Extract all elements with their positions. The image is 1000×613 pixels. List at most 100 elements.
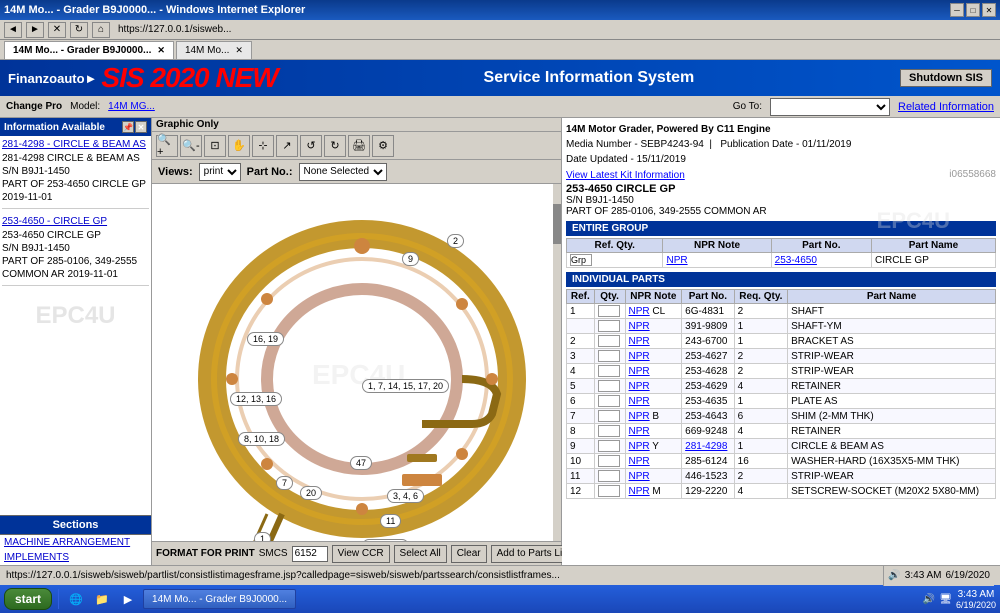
npr-link[interactable]: NPR: [629, 456, 650, 467]
refresh-button[interactable]: ↻: [70, 22, 88, 38]
smcs-input[interactable]: [292, 546, 328, 562]
maximize-button[interactable]: □: [966, 3, 980, 17]
model-value: 14M MG...: [108, 101, 155, 112]
app-title: Service Information System: [278, 69, 900, 87]
forward-button[interactable]: ►: [26, 22, 44, 38]
rotate-right-button[interactable]: ↻: [324, 135, 346, 157]
qty-input[interactable]: [598, 350, 620, 362]
col-qty: Qty.: [594, 290, 625, 304]
zoom-out-button[interactable]: 🔍-: [180, 135, 202, 157]
part-name: STRIP-WEAR: [788, 364, 996, 379]
npr-link[interactable]: NPR: [629, 396, 650, 407]
pan-button[interactable]: ✋: [228, 135, 250, 157]
settings-button[interactable]: ⚙: [372, 135, 394, 157]
npr-link[interactable]: NPR: [629, 321, 650, 332]
shutdown-sis-button[interactable]: Shutdown SIS: [900, 69, 992, 87]
tab-2[interactable]: 14M Mo... ✕: [176, 41, 252, 59]
part-req-qty: 1: [734, 334, 787, 349]
grp-ref: [567, 253, 663, 268]
tab-1[interactable]: 14M Mo... - Grader B9J0000... ✕: [4, 41, 174, 59]
npr-link[interactable]: NPR: [629, 486, 650, 497]
grp-npr: NPR: [663, 253, 771, 268]
npr-link[interactable]: NPR: [629, 351, 650, 362]
clear-button[interactable]: Clear: [451, 545, 487, 563]
taskbar-ie-icon[interactable]: 🌐: [65, 588, 87, 610]
fit-button[interactable]: ⊡: [204, 135, 226, 157]
taskbar-folder-icon[interactable]: 📁: [91, 588, 113, 610]
select-all-button[interactable]: Select All: [394, 545, 447, 563]
part-npr: NPR Y: [625, 439, 682, 454]
part-npr: NPR: [625, 469, 682, 484]
section-implements[interactable]: IMPLEMENTS: [0, 550, 151, 565]
zoom-in-button[interactable]: 🔍+: [156, 135, 178, 157]
print-diagram-button[interactable]: 🖨: [348, 135, 370, 157]
npr-link[interactable]: NPR: [629, 381, 650, 392]
taskbar: start 🌐 📁 ▶ 14M Mo... - Grader B9J0000..…: [0, 585, 1000, 613]
tray-network: 🖥: [939, 594, 952, 605]
view-ccr-button[interactable]: View CCR: [332, 545, 390, 563]
taskbar-media-icon[interactable]: ▶: [117, 588, 139, 610]
related-info-link[interactable]: Related Information: [898, 101, 994, 113]
qty-input[interactable]: [598, 485, 620, 497]
part-name: SHAFT: [788, 304, 996, 319]
part-req-qty: 4: [734, 379, 787, 394]
rotate-left-button[interactable]: ↺: [300, 135, 322, 157]
qty-input[interactable]: [598, 455, 620, 467]
grp-ref-input[interactable]: [570, 254, 592, 266]
taskbar-app-item[interactable]: 14M Mo... - Grader B9J0000...: [143, 589, 296, 609]
start-button[interactable]: start: [4, 588, 52, 610]
part-npr: NPR: [625, 334, 682, 349]
qty-input[interactable]: [598, 440, 620, 452]
part-req-qty: 2: [734, 349, 787, 364]
minimize-button[interactable]: ─: [950, 3, 964, 17]
part-text-2b: S/N B9J1-1450: [2, 243, 70, 254]
close-window-button[interactable]: ✕: [982, 3, 996, 17]
part-req-qty: 4: [734, 424, 787, 439]
qty-input[interactable]: [598, 395, 620, 407]
part-req-qty: 1: [734, 319, 787, 334]
qty-input[interactable]: [598, 320, 620, 332]
diagram-area[interactable]: EPC4U 2 9 16, 19 1, 7, 14, 15, 17, 20 12…: [152, 184, 561, 541]
npr-link[interactable]: NPR: [629, 366, 650, 377]
qty-input[interactable]: [598, 365, 620, 377]
qty-input[interactable]: [598, 470, 620, 482]
back-button[interactable]: ◄: [4, 22, 22, 38]
part-link-2[interactable]: 253-4650 - CIRCLE GP: [2, 215, 149, 229]
npr-link[interactable]: NPR: [629, 441, 650, 452]
qty-input[interactable]: [598, 380, 620, 392]
partno-select[interactable]: None Selected: [299, 163, 387, 181]
diagram-toolbar: 🔍+ 🔍- ⊡ ✋ ⊹ ↗ ↺ ↻ 🖨 ⚙: [152, 132, 561, 160]
views-select[interactable]: print: [199, 163, 241, 181]
goto-select[interactable]: [770, 98, 890, 116]
qty-input[interactable]: [598, 410, 620, 422]
model-label: Model:: [70, 101, 100, 112]
tray-vol-icon: 🔊: [888, 570, 900, 581]
scrollbar-thumb[interactable]: [553, 204, 561, 244]
callout-9: 9: [402, 252, 419, 266]
home-button[interactable]: ⌂: [92, 22, 110, 38]
sections-header[interactable]: Sections: [0, 515, 151, 535]
qty-input[interactable]: [598, 425, 620, 437]
npr-link[interactable]: NPR: [629, 306, 650, 317]
view-kit-link[interactable]: View Latest Kit Information: [566, 170, 685, 181]
stop-button[interactable]: ✕: [48, 22, 66, 38]
arrow-button[interactable]: ↗: [276, 135, 298, 157]
part-link-1[interactable]: 281-4298 - CIRCLE & BEAM AS: [2, 138, 149, 152]
section-machine-arrangement[interactable]: MACHINE ARRANGEMENT: [0, 535, 151, 550]
tab-2-close[interactable]: ✕: [235, 45, 243, 56]
npr-link[interactable]: NPR: [629, 336, 650, 347]
select-button[interactable]: ⊹: [252, 135, 274, 157]
tab-1-close[interactable]: ✕: [157, 45, 165, 56]
qty-input[interactable]: [598, 305, 620, 317]
pin-button[interactable]: 📌: [122, 121, 134, 133]
npr-link[interactable]: NPR: [629, 411, 650, 422]
col-part-no: Part No.: [771, 239, 871, 253]
npr-link[interactable]: NPR: [629, 426, 650, 437]
part-qty: [594, 454, 625, 469]
grp-npr-link[interactable]: NPR: [666, 255, 687, 266]
npr-link[interactable]: NPR: [629, 471, 650, 482]
qty-input[interactable]: [598, 335, 620, 347]
close-panel-button[interactable]: ✕: [135, 121, 147, 133]
part-qty: [594, 394, 625, 409]
diagram-scrollbar[interactable]: [553, 184, 561, 541]
